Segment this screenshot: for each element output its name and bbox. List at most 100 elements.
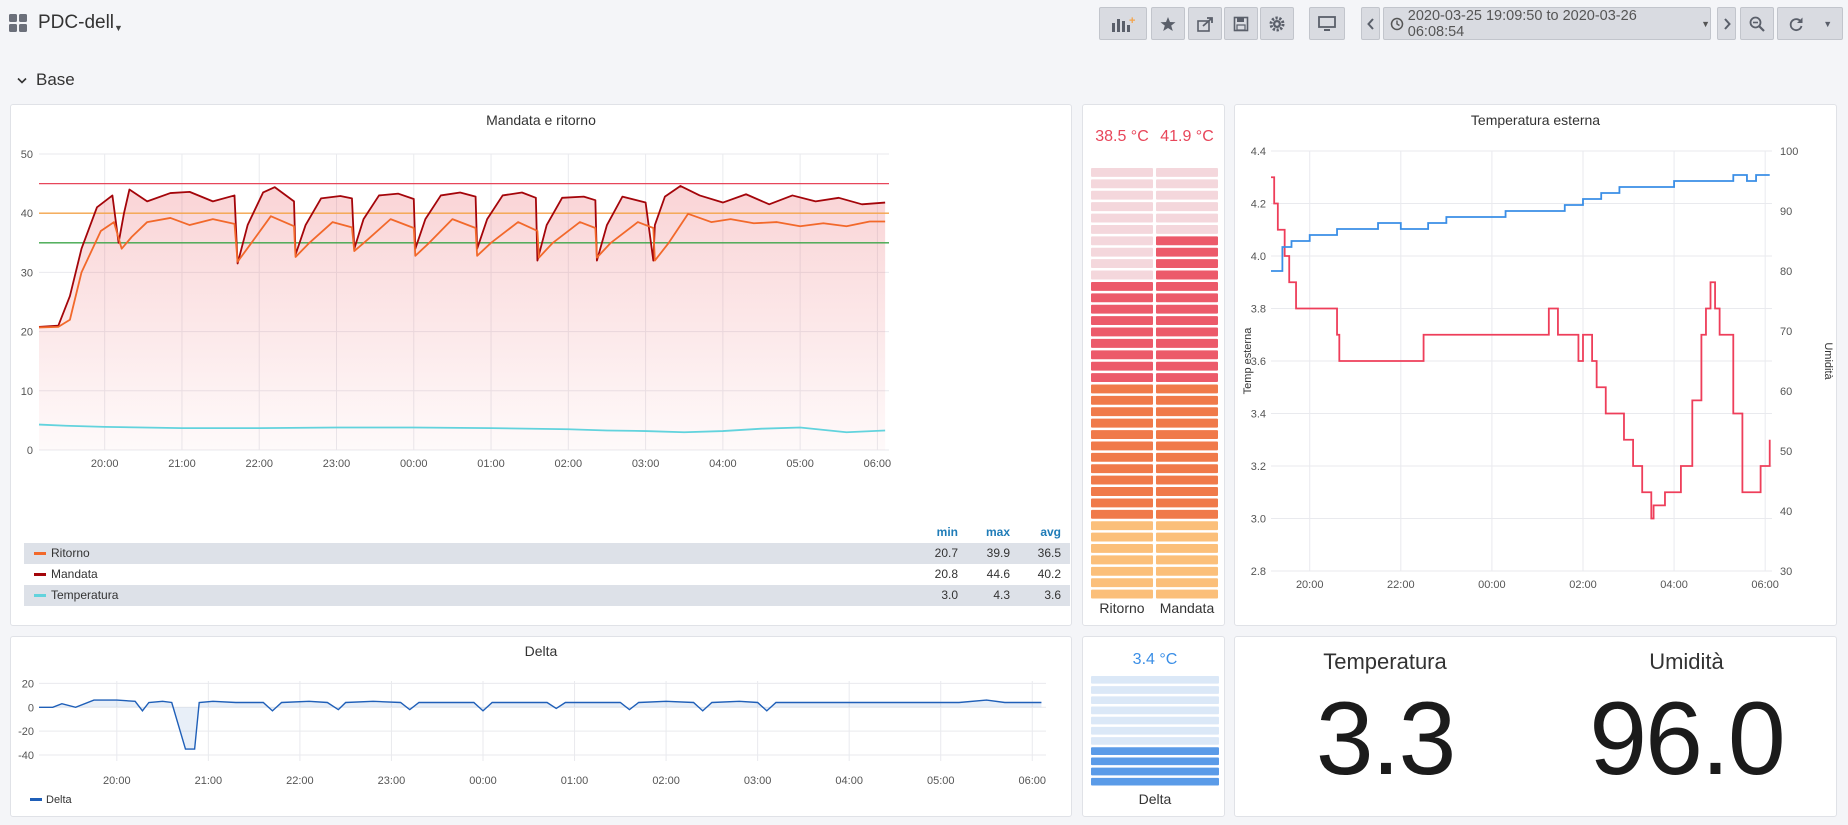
gauge-cell-unlit: [1091, 726, 1219, 735]
row-title[interactable]: Base: [36, 70, 75, 90]
gauge-cell-lit: [1091, 566, 1153, 576]
legend-series-name: Delta: [46, 794, 73, 806]
stat-label: Temperatura: [1323, 649, 1447, 674]
gauge-cell-unlit: [1091, 270, 1153, 280]
gauge-cell-unlit: [1091, 737, 1219, 745]
gauge-cell-lit: [1091, 532, 1153, 542]
legend-color-swatch[interactable]: [34, 552, 46, 555]
refresh-button[interactable]: ▼: [1777, 7, 1843, 40]
legend-max-value: 39.9: [986, 546, 1010, 560]
settings-icon: [1269, 16, 1285, 31]
x-tick-label: 03:00: [632, 458, 660, 470]
legend-series-name: Mandata: [51, 567, 98, 581]
y-left-tick-label: 4.2: [1251, 199, 1266, 211]
star-button[interactable]: [1151, 7, 1185, 40]
gauge-cell-lit: [1156, 544, 1218, 553]
time-range-label: 2020-03-25 19:09:50 to 2020-03-26 06:08:…: [1407, 7, 1637, 40]
time-back-button[interactable]: [1361, 7, 1380, 40]
legend-max-header[interactable]: max: [986, 525, 1010, 539]
gauge-cell-lit: [1091, 384, 1153, 394]
gauge-cell-lit: [1091, 304, 1153, 314]
zoom-out-icon: [1749, 16, 1765, 32]
gauge-cell-lit: [1091, 509, 1153, 519]
tv-mode-button[interactable]: [1309, 7, 1345, 40]
stat-value: 96.0: [1589, 681, 1785, 797]
gauge-cell-lit: [1091, 767, 1219, 776]
panel-title[interactable]: Mandata e ritorno: [11, 112, 1071, 128]
x-tick-label: 02:00: [652, 775, 680, 787]
y-right-tick-label: 80: [1780, 266, 1792, 278]
gauge-cell-lit: [1156, 236, 1218, 246]
settings-button[interactable]: [1260, 7, 1294, 40]
x-tick-label: 22:00: [286, 775, 314, 787]
legend-color-swatch[interactable]: [34, 573, 46, 576]
y-tick-label: 20: [21, 327, 33, 339]
x-tick-label: 02:00: [555, 458, 583, 470]
gauge-cell-lit: [1156, 281, 1218, 291]
caret-down-icon: ▼: [1701, 18, 1710, 29]
legend-avg-header[interactable]: avg: [1040, 525, 1061, 539]
save-button[interactable]: [1224, 7, 1258, 40]
gauge-cell-lit: [1091, 487, 1153, 496]
x-tick-label: 04:00: [835, 775, 863, 787]
time-forward-button[interactable]: [1717, 7, 1736, 40]
delta-graph[interactable]: 20 0 -20 -40 20:00 21:00 22:00 23:00 00:00 01:00 0…: [11, 637, 1071, 818]
mandata-ritorno-graph[interactable]: 0 10 20 30 40 50 20:00 21:00 22:00 23:00 00:00 01:0…: [11, 130, 1071, 545]
y-right-tick-label: 100: [1780, 146, 1798, 158]
gauge-value: 38.5 °C: [1095, 128, 1149, 145]
gauge-cell-lit: [1156, 316, 1218, 326]
gauge-cell-lit: [1091, 293, 1153, 303]
gauge-cell-lit: [1156, 293, 1218, 303]
gauge-cell-unlit: [1091, 202, 1153, 212]
gauge-cell-lit: [1091, 464, 1153, 474]
stat-umidita[interactable]: Umidità 96.0: [1535, 649, 1838, 791]
bar-gauge[interactable]: 38.5 °C Ritorno 41.9 °C Mandata: [1083, 105, 1226, 627]
gauge-cell-lit: [1156, 578, 1218, 588]
dashboard-title[interactable]: PDC-dell: [38, 12, 114, 34]
caret-down-icon[interactable]: ▼: [114, 23, 123, 33]
add-panel-button[interactable]: +: [1099, 7, 1147, 40]
gauge-label: Ritorno: [1099, 600, 1144, 616]
tv-mode-icon: [1318, 15, 1336, 31]
legend-row[interactable]: Mandata 20.8 44.6 40.2: [24, 564, 1070, 585]
time-range-picker[interactable]: 2020-03-25 19:09:50 to 2020-03-26 06:08:…: [1383, 7, 1711, 40]
gauge-cell-lit: [1091, 544, 1153, 553]
zoom-out-button[interactable]: [1740, 7, 1774, 40]
chevron-down-icon[interactable]: [17, 77, 27, 85]
refresh-icon: [1789, 17, 1803, 31]
gauge-cell-lit: [1091, 395, 1153, 405]
caret-down-icon: ▼: [1823, 18, 1833, 29]
dashboard-grid-icon[interactable]: [9, 14, 29, 34]
gauge-cell-lit: [1156, 259, 1218, 269]
gauge-cell-unlit: [1156, 224, 1218, 234]
legend-row[interactable]: Temperatura 3.0 4.3 3.6: [24, 585, 1070, 606]
x-tick-label: 20:00: [91, 458, 119, 470]
gauge-cell-unlit: [1091, 259, 1153, 269]
gauge-label: Mandata: [1160, 600, 1215, 616]
share-button[interactable]: [1188, 7, 1222, 40]
legend-color-swatch[interactable]: [34, 594, 46, 597]
y-left-tick-label: 3.2: [1251, 461, 1266, 473]
gauge-cell-lit: [1091, 521, 1153, 531]
gauge-cell-lit: [1156, 407, 1218, 417]
x-tick-label: 01:00: [561, 775, 589, 787]
temperatura-esterna-graph[interactable]: 2.83.03.23.43.63.84.04.24.43040506070809…: [1235, 105, 1838, 605]
x-tick-label: 05:00: [927, 775, 955, 787]
gauge-cell-unlit: [1156, 190, 1218, 200]
y-left-tick-label: 3.8: [1251, 304, 1266, 316]
gauge-cell-lit: [1156, 555, 1218, 565]
legend-row[interactable]: Ritorno 20.7 39.9 36.5: [24, 543, 1070, 564]
x-tick-label: 06:00: [864, 458, 892, 470]
gauge-cell-lit: [1091, 338, 1153, 348]
stat-temperatura[interactable]: Temperatura 3.3: [1235, 649, 1535, 791]
gauge-cell-lit: [1156, 441, 1218, 451]
legend-avg-value: 40.2: [1037, 567, 1061, 581]
panel-bar-gauge: 38.5 °C Ritorno 41.9 °C Mandata: [1082, 104, 1225, 626]
graph-legend: min max avg Ritorno 20.7 39.9 36.5 Mandata 20…: [24, 525, 1070, 606]
stat-value: 3.3: [1315, 681, 1457, 797]
y-right-tick-label: 40: [1780, 506, 1792, 518]
delta-bar-gauge[interactable]: 3.4 °C Delta: [1083, 637, 1226, 818]
gauge-cell-lit: [1091, 589, 1153, 599]
legend-min-value: 20.7: [934, 546, 958, 560]
legend-min-header[interactable]: min: [937, 525, 958, 539]
